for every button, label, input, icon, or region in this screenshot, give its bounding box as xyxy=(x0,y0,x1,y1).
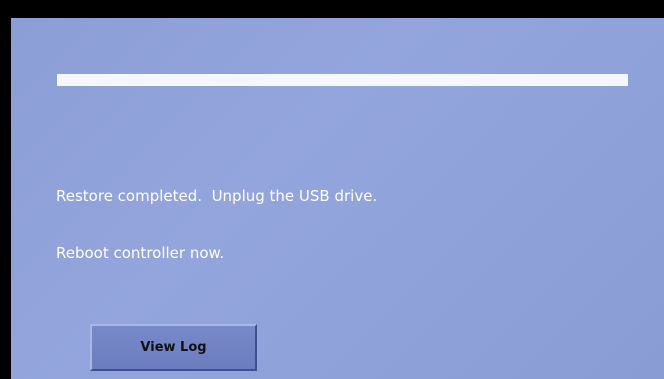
restore-progress-bar xyxy=(57,74,628,86)
view-log-button[interactable]: View Log xyxy=(90,324,257,371)
status-message-line-2: Reboot controller now. xyxy=(56,244,225,262)
status-message-line-1: Restore completed. Unplug the USB drive. xyxy=(56,187,378,205)
status-message: Restore completed. Unplug the USB drive.… xyxy=(56,149,656,301)
device-bezel: Restore completed. Unplug the USB drive.… xyxy=(0,0,664,379)
view-log-button-label: View Log xyxy=(140,340,207,355)
restore-progress-fill xyxy=(57,74,628,86)
controller-screen: Restore completed. Unplug the USB drive.… xyxy=(11,18,664,379)
